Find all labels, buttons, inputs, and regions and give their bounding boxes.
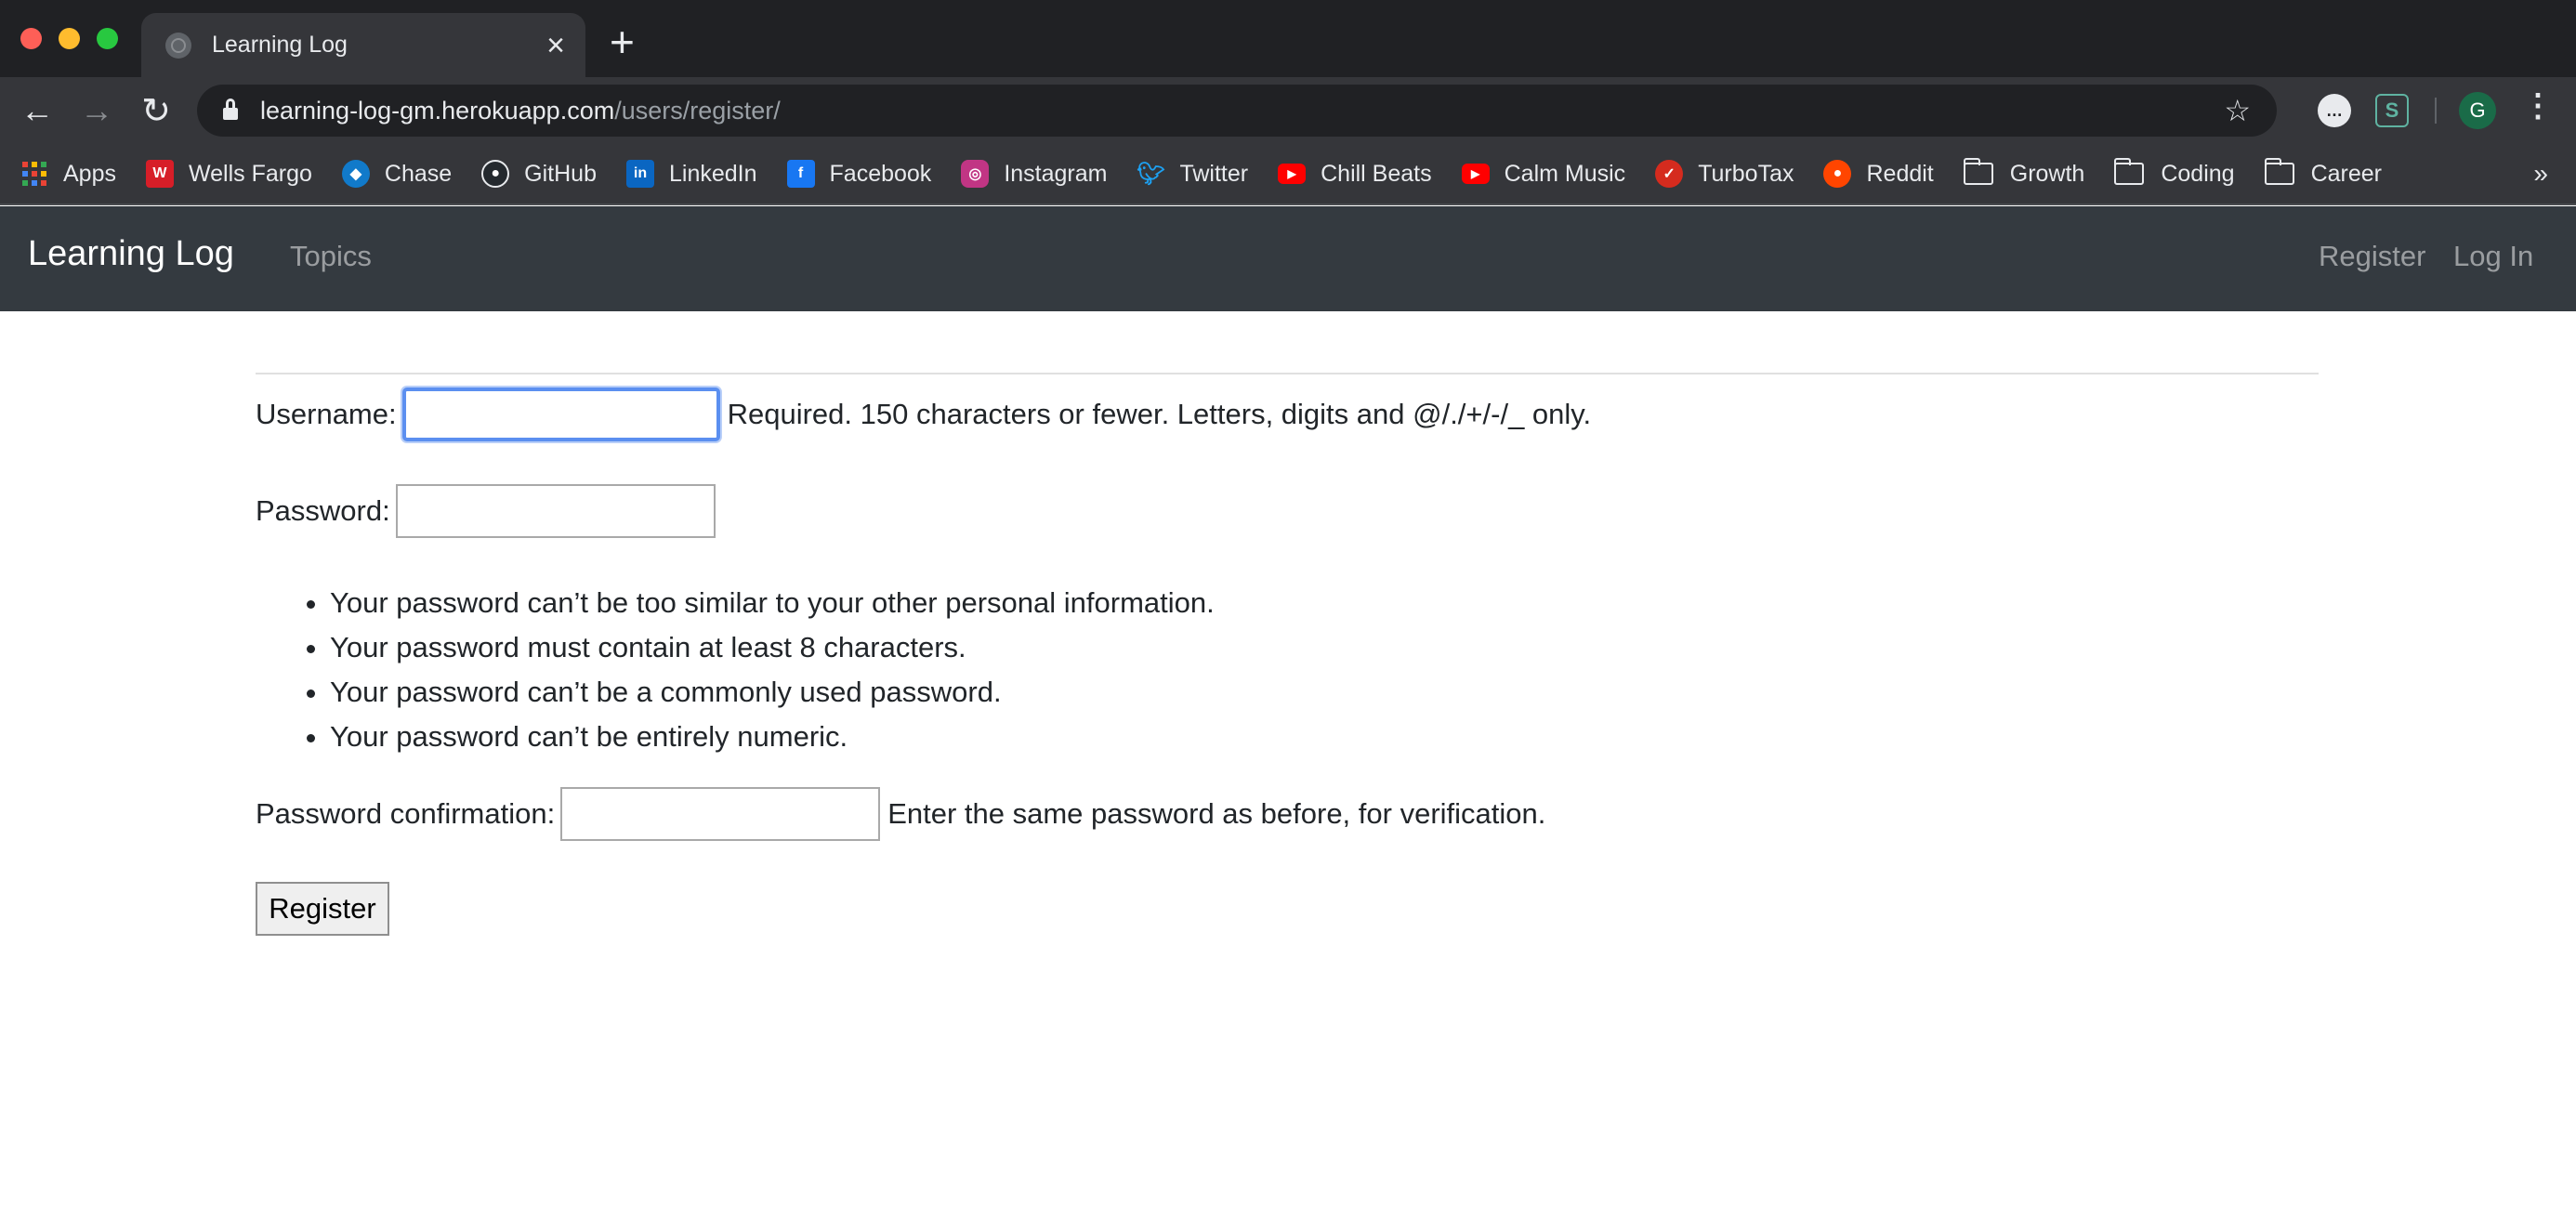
bookmark-star-icon[interactable]: ☆ xyxy=(2224,93,2251,128)
folder-icon xyxy=(2264,158,2294,185)
extension-s-icon[interactable]: S xyxy=(2375,94,2409,127)
list-item: Your password can’t be entirely numeric. xyxy=(330,715,1215,759)
password-input[interactable] xyxy=(395,484,716,538)
address-bar[interactable]: learning-log-gm.herokuapp.com/users/regi… xyxy=(197,85,2277,137)
more-bookmarks-icon[interactable]: » xyxy=(2533,159,2548,189)
list-item: Your password must contain at least 8 ch… xyxy=(330,625,1215,670)
bookmark-folder-career[interactable]: Career xyxy=(2264,158,2382,188)
bookmark-github[interactable]: ● GitHub xyxy=(481,160,597,188)
toolbar-divider xyxy=(2435,98,2437,124)
lock-icon[interactable] xyxy=(223,98,238,120)
browser-toolbar: ← → ↻ learning-log-gm.herokuapp.com/user… xyxy=(0,77,2576,144)
bookmark-facebook[interactable]: f Facebook xyxy=(786,160,931,188)
list-item: Your password can’t be a commonly used p… xyxy=(330,670,1215,715)
register-button[interactable]: Register xyxy=(256,882,389,936)
password-confirmation-input[interactable] xyxy=(560,787,881,841)
bookmark-linkedin[interactable]: in LinkedIn xyxy=(625,160,757,188)
bookmark-chill-beats[interactable]: ▶ Chill Beats xyxy=(1278,161,1432,188)
nav-link-topics[interactable]: Topics xyxy=(290,240,372,273)
url-text[interactable]: learning-log-gm.herokuapp.com/users/regi… xyxy=(260,97,781,125)
nav-link-login[interactable]: Log In xyxy=(2453,240,2533,273)
window-controls xyxy=(20,28,118,49)
password-help-list: Your password can’t be too similar to yo… xyxy=(330,581,1215,759)
chase-icon: ◆ xyxy=(341,160,370,188)
password-confirmation-help-text: Enter the same password as before, for v… xyxy=(887,797,1546,830)
list-item: Your password can’t be too similar to yo… xyxy=(330,581,1215,625)
browser-chrome: Learning Log × + ← → ↻ learning-log-gm.h… xyxy=(0,0,2576,205)
bookmark-chase[interactable]: ◆ Chase xyxy=(341,160,452,188)
browser-menu-icon[interactable]: ⋮ xyxy=(2522,90,2554,122)
bookmarks-bar: Apps W Wells Fargo ◆ Chase ● GitHub in L… xyxy=(0,144,2576,205)
minimize-window-button[interactable] xyxy=(59,28,80,49)
username-row: Username: Required. 150 characters or fe… xyxy=(256,387,1591,441)
turbotax-icon: ✓ xyxy=(1655,160,1684,188)
youtube-icon: ▶ xyxy=(1461,164,1490,184)
folder-icon xyxy=(1963,158,1993,185)
back-icon[interactable]: ← xyxy=(17,90,58,131)
username-input[interactable] xyxy=(401,387,720,441)
bookmark-calm-music[interactable]: ▶ Calm Music xyxy=(1461,161,1625,188)
new-tab-icon[interactable]: + xyxy=(610,20,635,63)
forward-icon[interactable]: → xyxy=(76,90,117,131)
password-row: Password: xyxy=(256,484,723,538)
divider xyxy=(256,373,2319,374)
username-label: Username: xyxy=(256,398,397,430)
bookmark-twitter[interactable]: 🐦︎ Twitter xyxy=(1137,160,1248,188)
bookmark-instagram[interactable]: ◎ Instagram xyxy=(961,160,1107,188)
bookmark-folder-coding[interactable]: Coding xyxy=(2114,158,2235,188)
wells-fargo-icon: W xyxy=(145,160,174,188)
brand-link[interactable]: Learning Log xyxy=(28,234,234,274)
tab-title: Learning Log xyxy=(212,32,348,58)
reddit-icon: ● xyxy=(1823,160,1852,188)
profile-avatar[interactable]: G xyxy=(2459,92,2496,129)
globe-icon xyxy=(165,32,191,59)
browser-tab[interactable]: Learning Log × xyxy=(141,13,585,77)
tab-strip: Learning Log × + xyxy=(0,0,2576,77)
password-confirmation-label: Password confirmation: xyxy=(256,797,556,830)
password-label: Password: xyxy=(256,494,390,527)
nav-link-register[interactable]: Register xyxy=(2319,240,2425,273)
bookmark-folder-growth[interactable]: Growth xyxy=(1963,158,2084,188)
close-window-button[interactable] xyxy=(20,28,42,49)
extension-icon[interactable]: … xyxy=(2318,94,2351,127)
apps-grid-icon xyxy=(22,162,46,186)
github-icon: ● xyxy=(481,160,510,188)
bookmark-wells-fargo[interactable]: W Wells Fargo xyxy=(145,160,312,188)
password-confirmation-row: Password confirmation: Enter the same pa… xyxy=(256,787,1545,841)
site-navbar: Learning Log Topics Register Log In xyxy=(0,206,2576,311)
reload-icon[interactable]: ↻ xyxy=(136,90,177,131)
maximize-window-button[interactable] xyxy=(97,28,118,49)
folder-icon xyxy=(2114,158,2145,185)
bookmark-turbotax[interactable]: ✓ TurboTax xyxy=(1655,160,1794,188)
facebook-icon: f xyxy=(786,160,815,188)
bookmark-reddit[interactable]: ● Reddit xyxy=(1823,160,1934,188)
instagram-icon: ◎ xyxy=(961,160,990,188)
youtube-icon: ▶ xyxy=(1278,164,1307,184)
close-tab-icon[interactable]: × xyxy=(546,30,565,61)
twitter-icon: 🐦︎ xyxy=(1137,161,1165,187)
username-help-text: Required. 150 characters or fewer. Lette… xyxy=(727,398,1592,430)
linkedin-icon: in xyxy=(625,160,654,188)
bookmark-apps[interactable]: Apps xyxy=(22,161,116,188)
